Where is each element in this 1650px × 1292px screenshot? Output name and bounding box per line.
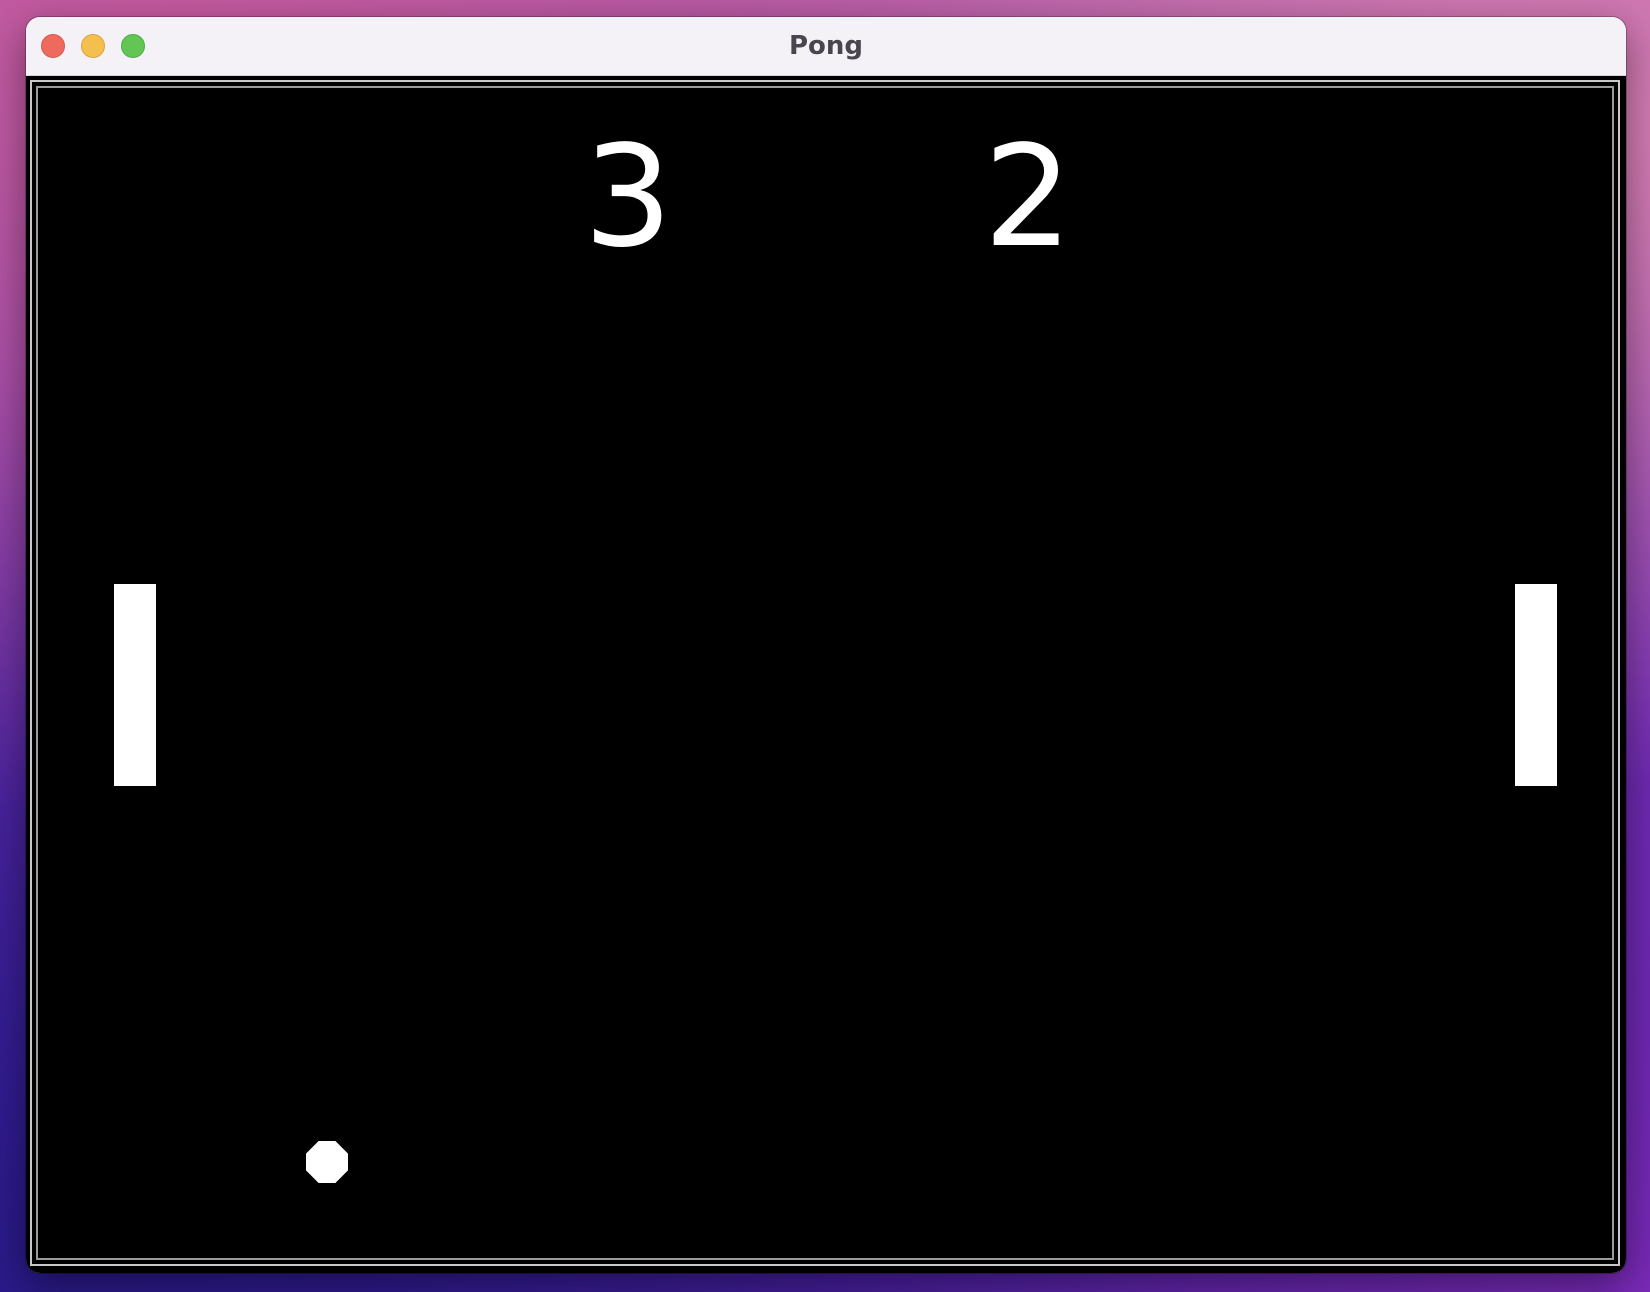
game-canvas[interactable]: 3 2	[26, 76, 1626, 1273]
ball	[306, 1141, 348, 1183]
court: 3 2	[36, 86, 1614, 1260]
window-title: Pong	[788, 31, 864, 61]
court-border: 3 2	[30, 80, 1620, 1266]
left-player-score: 3	[583, 116, 673, 279]
left-paddle	[114, 584, 156, 786]
title-bar[interactable]: Pong	[26, 17, 1626, 76]
right-player-score: 2	[983, 116, 1073, 279]
right-paddle	[1515, 584, 1557, 786]
app-window: Pong 3 2	[26, 17, 1626, 1273]
